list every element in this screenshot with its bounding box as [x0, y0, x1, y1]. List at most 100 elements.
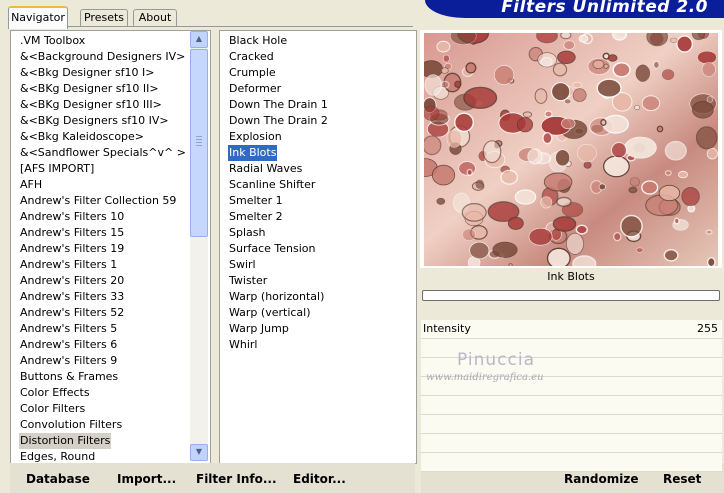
filter-list-item[interactable]: Down The Drain 1: [228, 97, 329, 113]
ink-blot: [540, 196, 553, 209]
ink-blot: [706, 147, 718, 160]
category-list-item[interactable]: Distortion Filters: [19, 433, 112, 449]
category-list-item[interactable]: Andrew's Filters 5: [19, 321, 118, 337]
ink-blot: [522, 111, 533, 118]
ink-blot: [461, 202, 487, 222]
filter-list-item[interactable]: Whirl: [228, 337, 258, 353]
ink-blot: [663, 248, 679, 262]
ink-blot: [551, 82, 571, 102]
category-list-item[interactable]: Andrew's Filters 6: [19, 337, 118, 353]
filter-list-item[interactable]: Down The Drain 2: [228, 113, 329, 129]
filter-list-item[interactable]: Smelter 2: [228, 209, 284, 225]
category-list-item[interactable]: Andrew's Filters 20: [19, 273, 125, 289]
ink-blot: [592, 59, 605, 70]
ink-blot: [641, 95, 661, 112]
category-list-item[interactable]: &<BKg Designers sf10 IV>: [19, 113, 170, 129]
filter-list-item[interactable]: Swirl: [228, 257, 257, 273]
ink-blot: [664, 170, 672, 176]
ink-blot: [607, 54, 618, 62]
category-list-item[interactable]: &<BKg Designer sf10 III>: [19, 97, 163, 113]
ink-blot: [613, 231, 622, 242]
category-list-item[interactable]: [AFS IMPORT]: [19, 161, 95, 177]
ink-blot: [475, 179, 484, 189]
watermark-url: www.maidiregrafica.eu: [426, 372, 544, 383]
ink-blot: [664, 140, 687, 161]
category-list-item[interactable]: Andrew's Filters 33: [19, 289, 125, 305]
filter-list-item[interactable]: Smelter 1: [228, 193, 284, 209]
left-button-bar: Database Import... Filter Info... Editor…: [10, 463, 415, 493]
ink-blot: [705, 229, 713, 235]
category-list-item[interactable]: Andrew's Filters 15: [19, 225, 125, 241]
tab-navigator[interactable]: Navigator: [8, 6, 68, 29]
import-button[interactable]: Import...: [117, 472, 176, 486]
filter-list-item[interactable]: Radial Waves: [228, 161, 303, 177]
editor-button[interactable]: Editor...: [293, 472, 346, 486]
scroll-down-button[interactable]: ▼: [190, 444, 208, 461]
category-list-item[interactable]: Andrew's Filters 1: [19, 257, 118, 273]
ink-blot: [424, 105, 440, 121]
ink-blot: [572, 255, 597, 266]
database-button[interactable]: Database: [26, 472, 90, 486]
category-list-item[interactable]: &<Sandflower Specials^v^ >: [19, 145, 187, 161]
ink-blot: [555, 149, 570, 167]
filter-list-item[interactable]: Surface Tension: [228, 241, 316, 257]
filter-list-item[interactable]: Warp (horizontal): [228, 289, 325, 305]
ink-blot: [546, 247, 571, 266]
filter-info-button[interactable]: Filter Info...: [196, 472, 277, 486]
filter-list-item[interactable]: Scanline Shifter: [228, 177, 316, 193]
ink-blot: [466, 168, 473, 177]
category-list[interactable]: .VM Toolbox &<Background Designers IV> &<B…: [10, 30, 211, 464]
category-scrollbar[interactable]: ▲ ▼: [190, 31, 208, 461]
tab-presets[interactable]: Presets: [80, 9, 128, 27]
category-list-item[interactable]: Andrew's Filters 52: [19, 305, 125, 321]
category-list-item[interactable]: AFH: [19, 177, 43, 193]
empty-slider-row: [421, 434, 722, 453]
filter-list-item[interactable]: Warp (vertical): [228, 305, 312, 321]
chevron-down-icon: ▼: [195, 447, 203, 456]
category-list-item[interactable]: Andrew's Filters 9: [19, 353, 118, 369]
category-list-item[interactable]: &<Background Designers IV>: [19, 49, 186, 65]
filter-list-item[interactable]: Black Hole: [228, 33, 288, 49]
category-list-item[interactable]: Color Effects: [19, 385, 91, 401]
filter-list-item[interactable]: Splash: [228, 225, 266, 241]
category-list-item[interactable]: Andrew's Filters 19: [19, 241, 125, 257]
category-list-item[interactable]: .VM Toolbox: [19, 33, 86, 49]
ink-blot: [658, 184, 681, 202]
ink-blot: [544, 110, 553, 118]
category-list-item[interactable]: Convolution Filters: [19, 417, 123, 433]
category-list-item[interactable]: Color Filters: [19, 401, 86, 417]
filter-list-item[interactable]: Ink Blots: [228, 145, 278, 161]
category-list-item[interactable]: &<BKg Designer sf10 II>: [19, 81, 160, 97]
ink-blot: [701, 62, 716, 77]
preview-frame: [420, 30, 722, 268]
filter-list-item[interactable]: Twister: [228, 273, 268, 289]
tab-about[interactable]: About: [133, 9, 177, 27]
filter-list-item[interactable]: Crumple: [228, 65, 277, 81]
category-list-item[interactable]: Andrew's Filter Collection 59: [19, 193, 177, 209]
filter-list-item[interactable]: Warp Jump: [228, 321, 290, 337]
filter-list-item[interactable]: Deformer: [228, 81, 282, 97]
filter-list-item[interactable]: Explosion: [228, 129, 283, 145]
ink-blot: [424, 135, 442, 156]
ink-blot: [636, 247, 644, 253]
grip-icon: [196, 136, 202, 146]
intensity-slider[interactable]: Intensity 255: [421, 320, 722, 339]
ink-blot: [462, 228, 476, 241]
ink-blot: [662, 69, 675, 80]
category-list-item[interactable]: Buttons & Frames: [19, 369, 119, 385]
randomize-button[interactable]: Randomize: [564, 472, 638, 486]
category-list-item[interactable]: &<Bkg Kaleidoscope>: [19, 129, 145, 145]
empty-slider-row: [421, 396, 722, 415]
ink-blot: [624, 136, 657, 159]
scroll-thumb[interactable]: [190, 49, 208, 237]
filter-list-item[interactable]: Cracked: [228, 49, 275, 65]
ink-blot: [629, 177, 640, 187]
category-list-item[interactable]: Edges, Round: [19, 449, 96, 463]
scroll-up-button[interactable]: ▲: [190, 31, 208, 48]
ink-blot: [563, 40, 575, 50]
category-list-item[interactable]: Andrew's Filters 10: [19, 209, 125, 225]
reset-button[interactable]: Reset: [663, 472, 701, 486]
category-list-item[interactable]: &<Bkg Designer sf10 I>: [19, 65, 156, 81]
ink-blot: [442, 54, 450, 63]
filter-list[interactable]: Black Hole Cracked Crumple Deformer Down The…: [219, 30, 417, 464]
